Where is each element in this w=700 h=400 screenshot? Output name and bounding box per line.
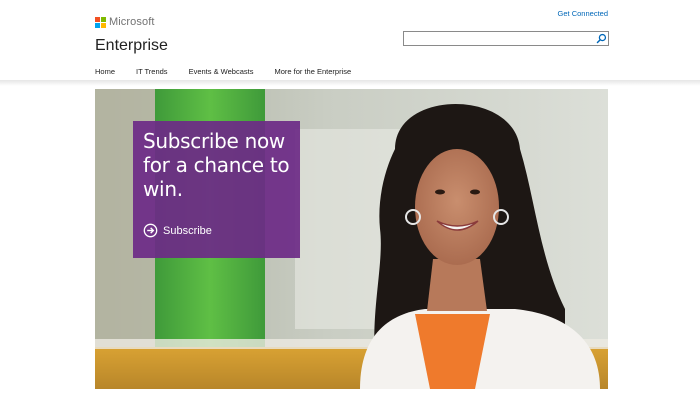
- nav-item-more-for-enterprise[interactable]: More for the Enterprise: [274, 67, 351, 76]
- nav-item-home[interactable]: Home: [95, 67, 115, 76]
- search-box: [403, 31, 609, 46]
- main-nav: Home IT Trends Events & Webcasts More fo…: [95, 67, 372, 76]
- logo-square-blue: [95, 22, 100, 28]
- arrow-circle-right-icon: [143, 223, 158, 238]
- subscribe-button[interactable]: Subscribe: [143, 223, 212, 238]
- subscribe-label: Subscribe: [163, 224, 212, 237]
- promo-headline: Subscribe now for a chance to win.: [143, 129, 290, 201]
- microsoft-logo-icon: [95, 16, 106, 28]
- brand-name: Microsoft: [109, 16, 155, 28]
- subscribe-promo: Subscribe now for a chance to win. Subsc…: [133, 121, 300, 258]
- nav-item-it-trends[interactable]: IT Trends: [136, 67, 168, 76]
- logo-square-red: [95, 16, 100, 22]
- logo-square-yellow: [101, 22, 106, 28]
- header-divider: [0, 80, 700, 86]
- microsoft-logo[interactable]: Microsoft: [95, 16, 155, 28]
- search-input[interactable]: [404, 32, 590, 45]
- nav-item-events-webcasts[interactable]: Events & Webcasts: [189, 67, 254, 76]
- get-connected-link[interactable]: Get Connected: [558, 9, 608, 18]
- site-title[interactable]: Enterprise: [95, 37, 168, 55]
- search-icon[interactable]: [596, 33, 607, 44]
- hero-banner: Subscribe now for a chance to win. Subsc…: [95, 89, 608, 389]
- logo-square-green: [101, 16, 106, 22]
- site-header: Microsoft Get Connected Enterprise Home …: [0, 0, 700, 82]
